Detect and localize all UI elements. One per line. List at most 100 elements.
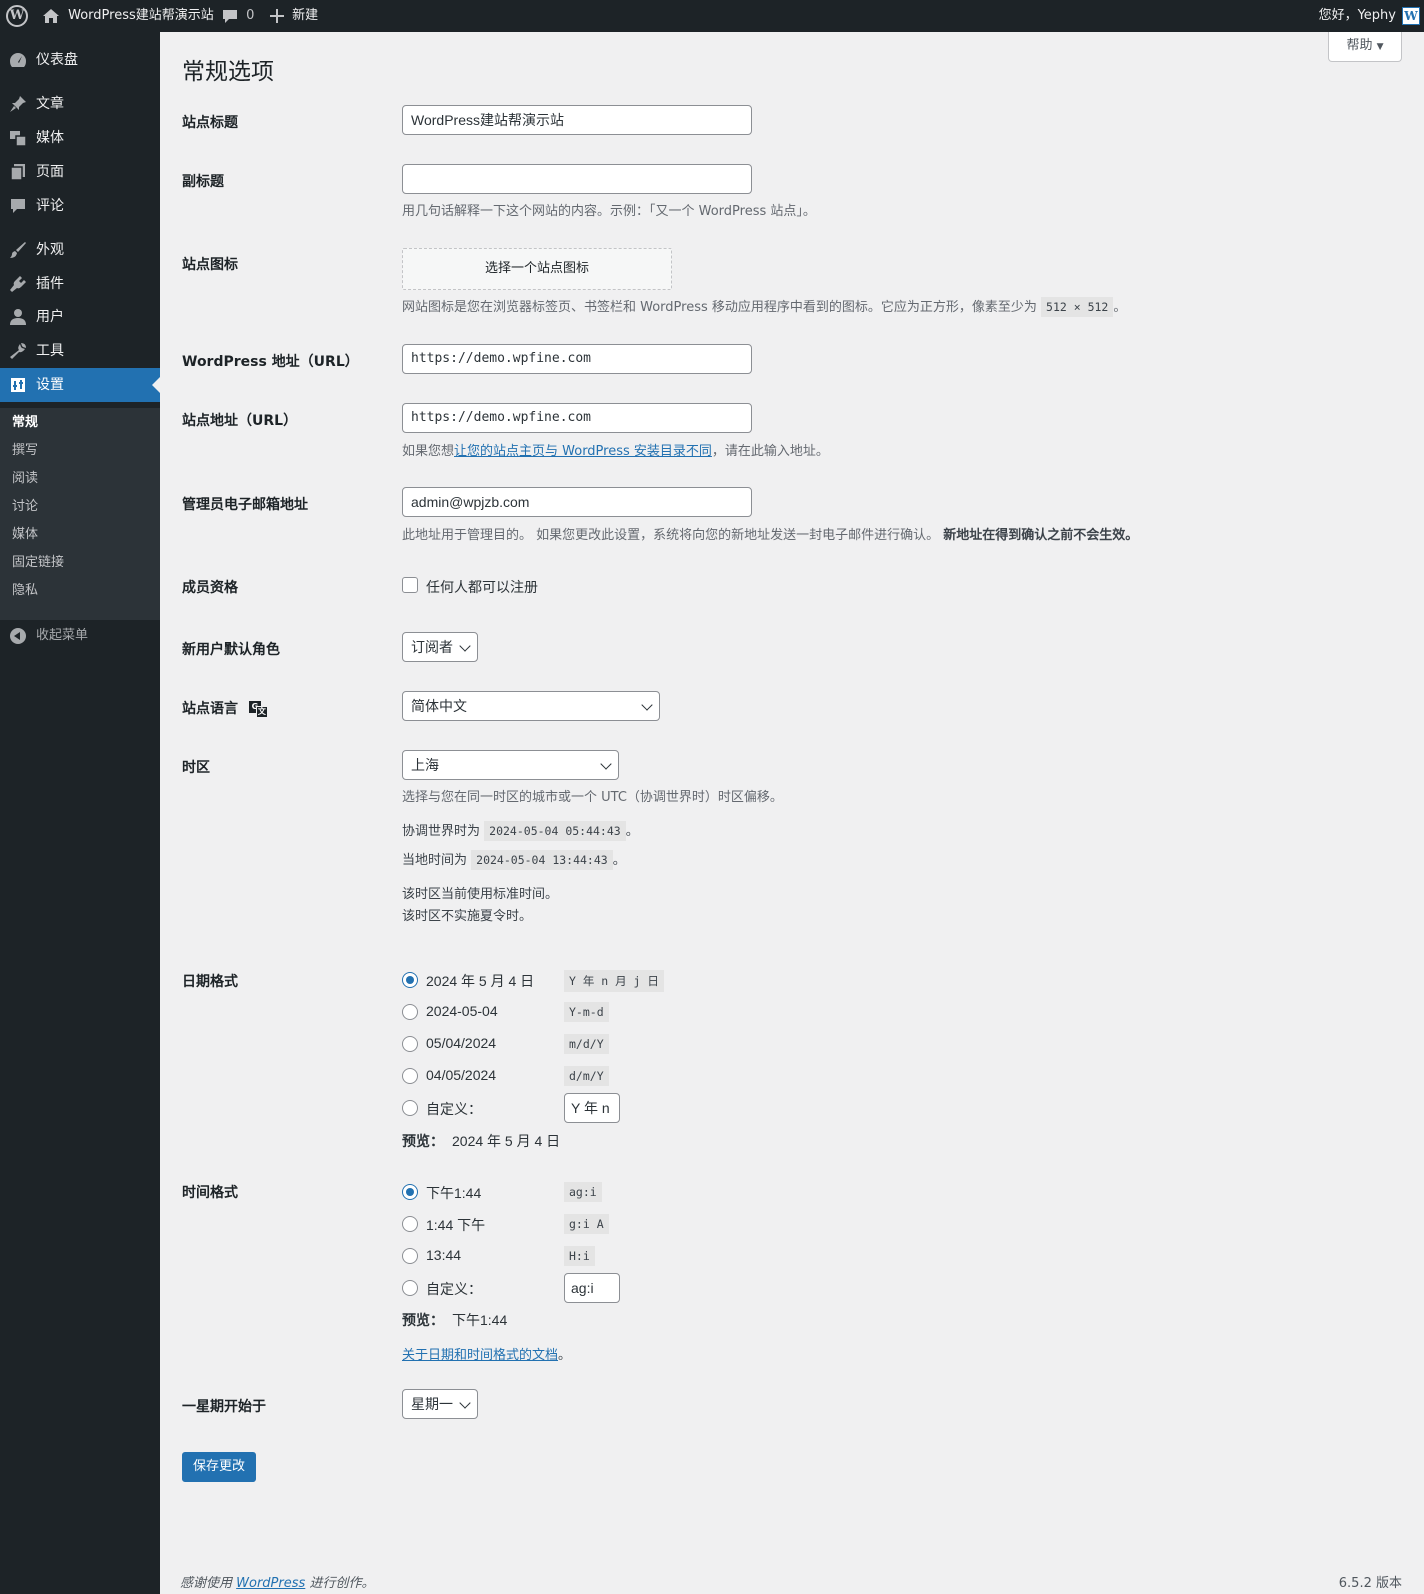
- date-format-custom-label[interactable]: 自定义：: [426, 1099, 482, 1119]
- submenu-item-discussion[interactable]: 讨论: [12, 496, 38, 518]
- time-format-option-1[interactable]: 下午1:44: [426, 1183, 481, 1203]
- site-icon-description: 网站图标是您在浏览器标签页、书签栏和 WordPress 移动应用程序中看到的图…: [402, 296, 1126, 317]
- page-title: 常规选项: [182, 59, 274, 85]
- sidebar-item-plugins[interactable]: 插件: [0, 267, 160, 301]
- site-url-label: 站点地址（URL）: [182, 413, 298, 429]
- sidebar-item-comments[interactable]: 评论: [0, 189, 160, 223]
- choose-site-icon-button[interactable]: 选择一个站点图标: [402, 248, 672, 290]
- plugin-icon: [10, 276, 26, 292]
- tagline-input[interactable]: [402, 164, 752, 194]
- brush-icon: [10, 242, 26, 258]
- wordpress-logo-icon[interactable]: W: [6, 5, 28, 27]
- submenu-item-writing[interactable]: 撰写: [12, 440, 38, 462]
- wordpress-url-label: WordPress 地址（URL）: [182, 354, 359, 370]
- time-format-custom-input[interactable]: ag:i: [564, 1273, 620, 1303]
- collapse-menu-button[interactable]: 收起菜单: [0, 622, 160, 650]
- time-format-radio-1[interactable]: [402, 1184, 418, 1200]
- site-icon-size-code: 512 × 512: [1041, 297, 1114, 317]
- date-preview-label: 预览：: [402, 1133, 444, 1149]
- chevron-down-icon: [459, 1397, 471, 1409]
- date-time-doc-end: 。: [558, 1348, 572, 1363]
- footer-wordpress-link[interactable]: WordPress: [236, 1576, 305, 1591]
- site-language-select[interactable]: 简体中文: [402, 691, 660, 721]
- date-format-option-2[interactable]: 2024-05-04: [426, 1003, 498, 1019]
- start-of-week-select[interactable]: 星期一: [402, 1389, 478, 1419]
- comments-link[interactable]: 0: [222, 0, 254, 32]
- date-format-option-3[interactable]: 05/04/2024: [426, 1035, 496, 1051]
- site-icon-label: 站点图标: [182, 257, 238, 273]
- time-format-option-2[interactable]: 1:44 下午: [426, 1215, 485, 1235]
- local-time-line: 当地时间为 2024-05-04 13:44:43。: [402, 849, 626, 870]
- anyone-can-register-label[interactable]: 任何人都可以注册: [426, 577, 538, 597]
- date-format-option-1[interactable]: 2024 年 5 月 4 日: [426, 971, 534, 991]
- main-content: 帮助 ▼ 常规选项 站点标题 WordPress建站帮演示站 副标题 用几句话解…: [160, 32, 1424, 1594]
- time-format-preview: 预览： 下午1:44: [402, 1310, 507, 1330]
- save-changes-button[interactable]: 保存更改: [182, 1452, 256, 1482]
- pin-icon: [10, 96, 26, 112]
- sidebar-item-appearance[interactable]: 外观: [0, 233, 160, 267]
- time-format-label: 时间格式: [182, 1185, 238, 1201]
- sidebar-item-media[interactable]: 媒体: [0, 121, 160, 155]
- admin-email-input[interactable]: admin@wpjzb.com: [402, 487, 752, 517]
- site-name-link[interactable]: WordPress建站帮演示站: [42, 0, 214, 32]
- time-format-custom-label[interactable]: 自定义：: [426, 1279, 482, 1299]
- sidebar-item-tools[interactable]: 工具: [0, 334, 160, 368]
- comment-icon: [11, 199, 25, 213]
- submenu-item-privacy[interactable]: 隐私: [12, 580, 38, 602]
- help-tab-button[interactable]: 帮助 ▼: [1328, 32, 1402, 62]
- site-language-label-text: 站点语言: [182, 701, 238, 717]
- wrench-icon: [10, 343, 26, 359]
- wordpress-url-input[interactable]: https://demo.wpfine.com: [402, 344, 752, 374]
- date-format-radio-4[interactable]: [402, 1068, 418, 1084]
- sidebar-item-label: 评论: [36, 198, 64, 214]
- sidebar-item-posts[interactable]: 文章: [0, 87, 160, 121]
- sidebar-item-dashboard[interactable]: 仪表盘: [0, 43, 160, 77]
- collapse-menu-label: 收起菜单: [36, 628, 89, 643]
- anyone-can-register-checkbox[interactable]: [402, 577, 418, 593]
- new-content-link[interactable]: 新建: [270, 0, 318, 32]
- date-format-radio-custom[interactable]: [402, 1100, 418, 1116]
- time-format-radio-3[interactable]: [402, 1248, 418, 1264]
- time-format-code-3: H:i: [564, 1246, 595, 1266]
- submenu-item-reading[interactable]: 阅读: [12, 468, 38, 490]
- my-account-link[interactable]: 您好，Yephy: [1319, 0, 1396, 32]
- time-format-radio-custom[interactable]: [402, 1280, 418, 1296]
- date-format-code-3: m/d/Y: [564, 1034, 609, 1054]
- date-time-doc-link[interactable]: 关于日期和时间格式的文档: [402, 1348, 558, 1363]
- submenu-item-permalinks[interactable]: 固定链接: [12, 552, 64, 574]
- sidebar-item-label: 媒体: [36, 130, 64, 146]
- avatar[interactable]: W: [1402, 7, 1420, 25]
- site-url-doc-link[interactable]: 让您的站点主页与 WordPress 安装目录不同: [454, 444, 712, 459]
- settings-submenu: 常规 撰写 阅读 讨论 媒体 固定链接 隐私: [0, 408, 160, 620]
- sidebar-item-pages[interactable]: 页面: [0, 155, 160, 189]
- time-format-radio-2[interactable]: [402, 1216, 418, 1232]
- site-url-input[interactable]: https://demo.wpfine.com: [402, 403, 752, 433]
- site-language-label: 站点语言 G文: [182, 698, 269, 718]
- date-format-option-4[interactable]: 04/05/2024: [426, 1067, 496, 1083]
- membership-label: 成员资格: [182, 580, 238, 596]
- utc-time-period: 。: [625, 824, 639, 839]
- date-format-code-2: Y-m-d: [564, 1002, 609, 1022]
- submenu-item-general[interactable]: 常规: [12, 412, 38, 434]
- site-url-desc-text: 如果您想: [402, 444, 455, 459]
- sidebar-item-users[interactable]: 用户: [0, 300, 160, 334]
- sidebar-item-label: 外观: [36, 242, 64, 258]
- sidebar-item-label: 工具: [36, 343, 64, 359]
- time-format-option-3[interactable]: 13:44: [426, 1247, 461, 1263]
- page-icon: [10, 164, 25, 181]
- date-format-radio-2[interactable]: [402, 1004, 418, 1020]
- time-preview-label: 预览：: [402, 1312, 444, 1328]
- help-label: 帮助: [1346, 38, 1373, 53]
- site-title-input[interactable]: WordPress建站帮演示站: [402, 105, 752, 135]
- submenu-item-media[interactable]: 媒体: [12, 524, 38, 546]
- admin-email-label: 管理员电子邮箱地址: [182, 497, 308, 513]
- default-role-select[interactable]: 订阅者: [402, 632, 478, 662]
- date-format-radio-1[interactable]: [402, 972, 418, 988]
- date-format-radio-3[interactable]: [402, 1036, 418, 1052]
- sidebar-item-settings[interactable]: 设置: [0, 368, 160, 402]
- footer-thanks-end: 进行创作。: [309, 1576, 375, 1591]
- date-time-doc-line: 关于日期和时间格式的文档。: [402, 1344, 571, 1363]
- timezone-select[interactable]: 上海: [402, 750, 619, 780]
- date-format-custom-input[interactable]: Y 年 n: [564, 1093, 620, 1123]
- caret-down-icon: ▼: [1376, 42, 1384, 52]
